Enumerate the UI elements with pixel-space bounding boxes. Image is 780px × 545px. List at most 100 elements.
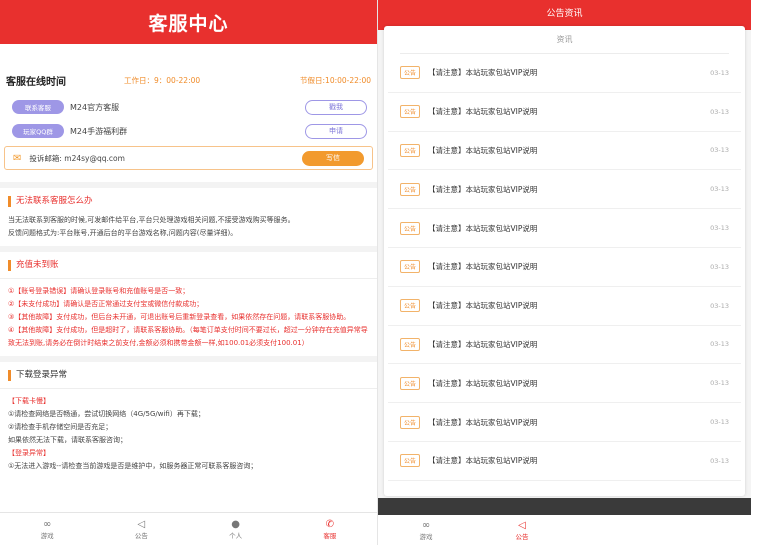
- section-line: ③【其他故障】支付成功，但后台未开通，可退出账号后重新登录查看，如果依然存在问题…: [8, 313, 351, 321]
- contact-row-official: 联系客服 M24官方客服 戳我: [12, 96, 367, 118]
- news-date: 03-13: [710, 224, 729, 233]
- news-item[interactable]: 公告 【请注意】本站玩家包站VIP说明 03-13: [388, 170, 741, 210]
- header-bar: 客服中心: [0, 0, 377, 44]
- news-title: 【请注意】本站玩家包站VIP说明: [428, 301, 538, 311]
- megaphone-icon: ◁: [518, 519, 526, 531]
- section-line: ①【账号登录错误】请确认登录账号和充值账号是否一致；: [8, 287, 190, 295]
- news-item[interactable]: 公告 【请注意】本站玩家包站VIP说明 03-13: [388, 93, 741, 132]
- news-title: 【请注意】本站玩家包站VIP说明: [428, 262, 538, 272]
- service-content: 客服在线时间 工作日：9：00-22:00 节假日:10:00-22:00 联系…: [0, 44, 377, 512]
- news-title: 【请注意】本站玩家包站VIP说明: [428, 339, 538, 349]
- section-line: 当无法联系到客服的时候,可发邮件给平台,平台只处理游戏相关问题,不接受游戏购买等…: [8, 216, 295, 224]
- news-title: 【请注意】本站玩家包站VIP说明: [428, 417, 538, 427]
- tab-announcements[interactable]: ◁ 公告: [474, 515, 570, 545]
- workday-hours: 工作日：9：00-22:00: [124, 75, 201, 85]
- section-line: ②请检查手机存储空间是否充足；: [8, 423, 113, 431]
- contact-text: M24官方客服: [70, 102, 120, 112]
- tab-announcements[interactable]: ◁ 公告: [94, 513, 188, 545]
- news-date: 03-13: [710, 379, 729, 388]
- news-item[interactable]: 公告 【请注意】本站玩家包站VIP说明 03-13: [388, 248, 741, 287]
- news-date: 03-13: [710, 418, 729, 427]
- news-date: 03-13: [710, 262, 729, 271]
- section-line: 反馈问题格式为:平台账号,开通后台的平台游戏名称,问题内容(尽量详细)。: [8, 229, 238, 237]
- announcements-screen: 公告资讯 资讯 公告 【请注意】本站玩家包站VIP说明 03-13 公告 【请注…: [378, 0, 751, 545]
- tab-label: 个人: [229, 531, 243, 540]
- news-card: 资讯 公告 【请注意】本站玩家包站VIP说明 03-13 公告 【请注意】本站玩…: [384, 26, 745, 496]
- section-line: ①请检查网络是否畅通，尝试切换网络（4G/5G/wifi）再下载；: [8, 410, 205, 418]
- announcement-badge: 公告: [400, 415, 421, 429]
- section-title: 无法联系客服怎么办: [8, 196, 369, 207]
- page-title: 客服中心: [148, 12, 229, 35]
- phone-icon: ✆: [325, 518, 335, 530]
- news-item[interactable]: 公告 【请注意】本站玩家包站VIP说明 03-13: [388, 326, 741, 365]
- game-icon: ∞: [42, 518, 52, 530]
- contact-tag: 玩家QQ群: [12, 124, 64, 138]
- tab-label: 公告: [134, 531, 148, 540]
- faq-section-download: 下载登录异常 【下载卡慢】 ①请检查网络是否畅通，尝试切换网络（4G/5G/wi…: [0, 356, 377, 479]
- tab-profile[interactable]: ● 个人: [189, 513, 283, 545]
- announcement-badge: 公告: [400, 182, 421, 196]
- news-title: 【请注意】本站玩家包站VIP说明: [428, 184, 538, 194]
- section-line: ②【未支付成功】请确认是否正常通过支付宝或微信付款成功；: [8, 300, 204, 308]
- complaint-mail-row: ✉ 投诉邮箱: m24sy@qq.com 写信: [4, 146, 373, 170]
- news-item[interactable]: 公告 【请注意】本站玩家包站VIP说明 03-13: [388, 132, 741, 171]
- news-item[interactable]: 公告 【请注意】本站玩家包站VIP说明 03-13: [388, 403, 741, 442]
- news-date: 03-13: [710, 185, 729, 194]
- news-title: 【请注意】本站玩家包站VIP说明: [428, 378, 538, 388]
- megaphone-icon: ◁: [137, 518, 146, 530]
- news-date: 03-13: [710, 107, 729, 116]
- faq-section-recharge: 充值未到账 ①【账号登录错误】请确认登录账号和充值账号是否一致； ②【未支付成功…: [0, 246, 377, 356]
- announcement-badge: 公告: [400, 66, 421, 80]
- tab-label: 游戏: [40, 531, 54, 540]
- tab-games[interactable]: ∞ 游戏: [0, 513, 94, 545]
- announcement-badge: 公告: [400, 105, 421, 119]
- section-line: 如果依然无法下载，请联系客服咨询；: [8, 436, 127, 444]
- write-mail-button[interactable]: 写信: [302, 150, 364, 166]
- tab-customer-service[interactable]: ✆ 客服: [283, 513, 377, 545]
- announcement-badge: 公告: [400, 454, 421, 468]
- online-hours-row: 客服在线时间 工作日：9：00-22:00 节假日:10:00-22:00: [6, 70, 371, 90]
- news-item[interactable]: 公告 【请注意】本站玩家包站VIP说明 03-13: [388, 54, 741, 93]
- announcement-badge: 公告: [400, 299, 421, 313]
- announcement-badge: 公告: [400, 260, 421, 274]
- section-title: 充值未到账: [8, 260, 369, 271]
- news-item[interactable]: 公告 【请注意】本站玩家包站VIP说明 03-13: [388, 364, 741, 404]
- contact-service-button[interactable]: 戳我: [305, 99, 367, 115]
- page-title: 公告资讯: [546, 8, 583, 19]
- apply-group-button[interactable]: 申请: [305, 123, 367, 139]
- announcement-badge: 公告: [400, 143, 421, 157]
- news-date: 03-13: [710, 340, 729, 349]
- announcement-badge: 公告: [400, 376, 421, 390]
- game-icon: ∞: [421, 519, 431, 531]
- news-item[interactable]: 公告 【请注意】本站玩家包站VIP说明 03-13: [388, 209, 741, 248]
- news-date: 03-13: [710, 68, 729, 77]
- announcement-badge: 公告: [400, 221, 421, 235]
- user-icon: ●: [231, 518, 240, 530]
- contact-row-qq-group: 玩家QQ群 M24手游福利群 申请: [12, 120, 367, 142]
- envelope-icon: ✉: [13, 152, 22, 164]
- complaint-email: 投诉邮箱: m24sy@qq.com: [29, 153, 125, 163]
- contact-text: M24手游福利群: [70, 126, 128, 136]
- contact-tag: 联系客服: [12, 100, 64, 114]
- news-item[interactable]: 公告 【请注意】本站玩家包站VIP说明 03-13: [388, 287, 741, 326]
- section-line: ④【其他故障】支付成功，但是超时了，请联系客服协助。（每笔订单支付时间不要过长，…: [8, 326, 368, 347]
- section-title: 下载登录异常: [8, 370, 369, 381]
- bottom-tab-bar: ∞ 游戏 ◁ 公告: [378, 515, 751, 545]
- holiday-hours: 节假日:10:00-22:00: [300, 75, 371, 85]
- customer-service-screen: 客服中心 客服在线时间 工作日：9：00-22:00 节假日:10:00-22:…: [0, 0, 377, 545]
- news-date: 03-13: [710, 456, 729, 465]
- section-line: 【下载卡慢】: [8, 397, 50, 405]
- news-title: 【请注意】本站玩家包站VIP说明: [428, 107, 538, 117]
- announcement-badge: 公告: [400, 337, 421, 351]
- news-title: 【请注意】本站玩家包站VIP说明: [428, 223, 538, 233]
- dark-divider-bar: [378, 498, 751, 515]
- news-title: 【请注意】本站玩家包站VIP说明: [428, 456, 538, 466]
- section-line: ①无法进入游戏--请检查当前游戏是否是维护中，如服务器正常可联系客服咨询；: [8, 462, 258, 470]
- news-title: 【请注意】本站玩家包站VIP说明: [428, 68, 538, 78]
- bottom-tab-bar: ∞ 游戏 ◁ 公告 ● 个人 ✆ 客服: [0, 512, 377, 545]
- section-line: 【登录异常】: [8, 449, 50, 457]
- online-hours-title: 客服在线时间: [6, 76, 66, 88]
- tab-games[interactable]: ∞ 游戏: [378, 515, 474, 545]
- tab-label: 公告: [515, 532, 529, 541]
- news-item[interactable]: 公告 【请注意】本站玩家包站VIP说明 03-13: [388, 442, 741, 481]
